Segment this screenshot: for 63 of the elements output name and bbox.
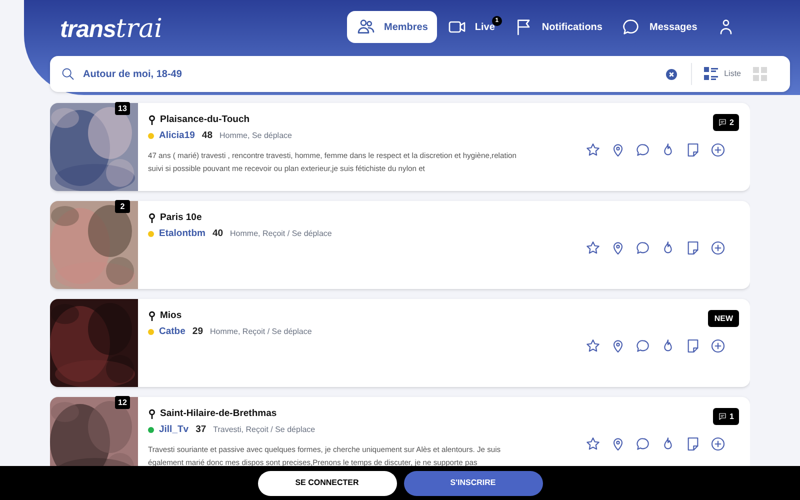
signup-button[interactable]: S'INSCRIRE <box>404 470 542 496</box>
search-bar[interactable]: Autour de moi, 18-49 Liste <box>50 56 790 92</box>
age: 48 <box>202 129 212 144</box>
city: Plaisance-du-Touch <box>160 113 250 127</box>
note-icon[interactable] <box>685 142 701 158</box>
nav-tab[interactable]: Messages <box>612 11 706 43</box>
star-icon[interactable] <box>585 436 601 452</box>
search-icon <box>61 67 75 81</box>
city: Paris 10e <box>160 211 202 225</box>
chat-bubble-icon[interactable] <box>635 240 651 256</box>
profile-tags: Homme, Reçoit / Se déplace <box>210 326 312 338</box>
profile-card[interactable]: Mios Catbe 29 Homme, Reçoit / Se déplace NEW <box>50 299 750 387</box>
nav-tab[interactable]: Membres <box>347 11 437 43</box>
username-link[interactable]: Alicia19 <box>159 129 195 144</box>
chat-bubble-icon[interactable] <box>635 142 651 158</box>
chat-bubble-icon <box>621 17 642 37</box>
note-icon[interactable] <box>685 436 701 452</box>
comment-count-badge: 1 <box>712 408 739 425</box>
map-pin-icon <box>148 311 156 322</box>
photo-count: 13 <box>115 102 130 115</box>
plus-icon[interactable] <box>710 142 726 158</box>
view-toggle[interactable] <box>753 67 767 81</box>
profile-card[interactable] <box>50 103 750 191</box>
clear-icon[interactable] <box>666 68 678 80</box>
note-icon[interactable] <box>685 240 701 256</box>
map-pin-icon <box>148 115 156 126</box>
new-badge: NEW <box>708 310 739 327</box>
map-pin-icon <box>148 409 156 420</box>
photo-count: 12 <box>115 396 130 409</box>
logo[interactable]: transtrai <box>60 10 162 49</box>
username-link[interactable]: Etalontbm <box>159 227 206 242</box>
age: 40 <box>212 227 224 242</box>
map-pin-icon <box>148 213 156 224</box>
profile-tags: Travesti, Reçoit / Se déplace <box>213 424 316 436</box>
city: Mios <box>160 309 182 323</box>
star-icon[interactable] <box>585 142 601 158</box>
plus-icon[interactable] <box>710 240 726 256</box>
plus-icon[interactable] <box>710 338 726 354</box>
profile-card[interactable] <box>50 397 750 466</box>
star-icon[interactable] <box>585 240 601 256</box>
list-icon <box>704 67 718 81</box>
grid-icon <box>753 67 767 81</box>
chat-bubble-icon[interactable] <box>635 338 651 354</box>
profile-card[interactable]: 2 Paris 10e Etalontbm 40 Homme, Reçoit / Se déplace <box>50 201 750 289</box>
login-button[interactable]: SE CONNECTER <box>258 470 396 496</box>
star-icon[interactable] <box>585 338 601 354</box>
view-toggle[interactable]: Liste <box>704 67 741 81</box>
profile-tags: Homme, Reçoit / Se déplace <box>230 228 332 240</box>
note-icon[interactable] <box>685 338 701 354</box>
profile-tags: Homme, Se déplace <box>220 130 292 142</box>
chat-bubble-icon[interactable] <box>635 436 651 452</box>
age: 29 <box>192 325 203 340</box>
comment-icon <box>718 412 727 421</box>
username-link[interactable]: Catbe <box>159 325 186 340</box>
age: 37 <box>196 423 206 438</box>
city: Saint-Hilaire-de-Brethmas <box>160 407 277 421</box>
nav-tab[interactable]: Notifications <box>504 11 612 43</box>
comment-icon <box>718 118 727 127</box>
search-text: Autour de moi, 18-49 <box>83 68 183 82</box>
comment-count-badge: 2 <box>712 114 739 131</box>
plus-icon[interactable] <box>710 436 726 452</box>
username-link[interactable]: Jill_Tv <box>159 423 189 438</box>
photo-count: 2 <box>115 200 130 213</box>
